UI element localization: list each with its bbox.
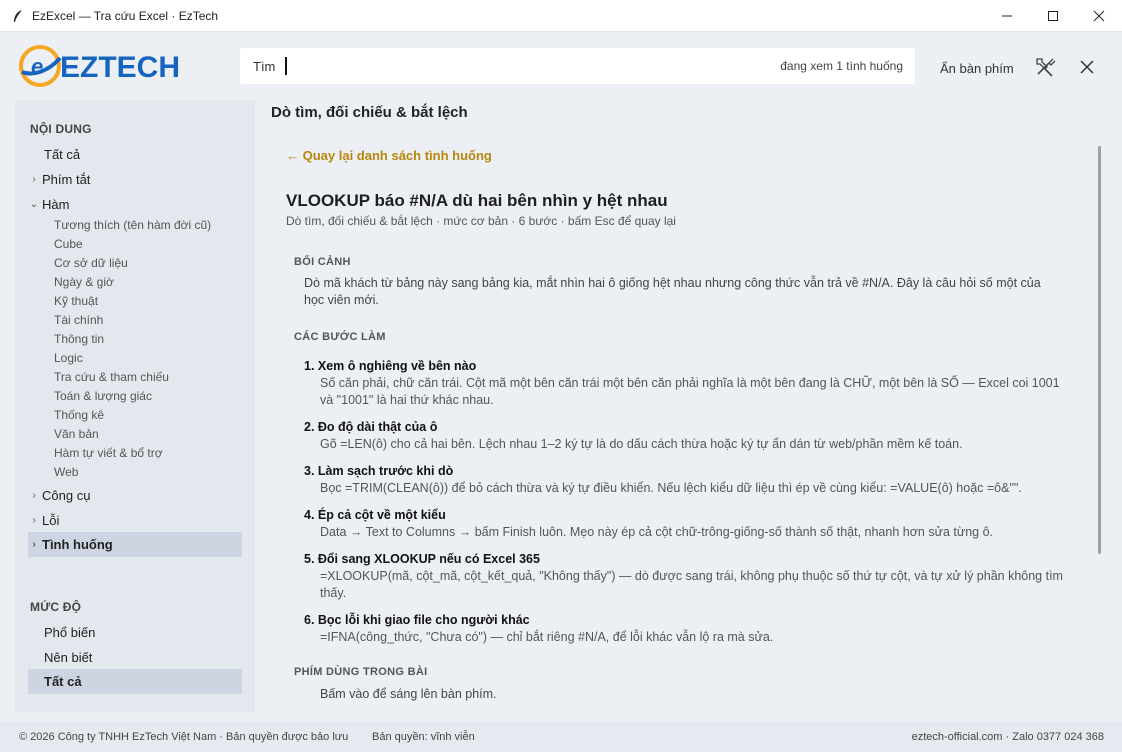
back-to-cases-link[interactable]: ← Quay lại danh sách tình huống [286,148,492,163]
maximize-button[interactable] [1030,0,1076,32]
hide-keyboard-button[interactable]: Ẩn bàn phím [940,61,1014,76]
level-item-common[interactable]: Phổ biến [28,620,242,645]
context-heading: BỐI CẢNH [294,256,351,268]
level-section-title: MỨC ĐỘ [30,600,82,614]
title-bar: EzExcel — Tra cứu Excel · EzTech [0,0,1122,32]
case-meta: Dò tìm, đối chiếu & bắt lệch · mức cơ bả… [286,214,676,228]
step-item: 4. Ép cả cột về một kiểu Data → Text to … [304,507,1074,541]
step-desc: Gõ =LEN(ô) cho cả hai bên. Lệch nhau 1–2… [320,437,963,451]
chevron-right-icon: › [32,515,36,526]
function-subitem[interactable]: Thông tin [54,330,104,349]
close-icon [1093,10,1105,22]
step-title: 3. Làm sạch trước khi dò [304,464,454,478]
step-desc: Bọc =TRIM(CLEAN(ô)) để bỏ cách thừa và k… [320,481,1022,495]
step-title: 4. Ép cả cột về một kiểu [304,508,446,522]
keys-hint: Bấm vào để sáng lên bàn phím. [320,687,497,701]
svg-text:EZTECH: EZTECH [60,51,180,84]
app-header: e EZTECH Tìm đang xem 1 tình huống Ẩn bà… [0,32,1122,100]
function-subitem[interactable]: Tương thích (tên hàm đời cũ) [54,216,211,235]
svg-text:e: e [31,54,43,79]
steps-heading: CÁC BƯỚC LÀM [294,331,386,343]
category-title: Dò tìm, đối chiếu & bắt lệch [271,104,468,121]
tools-button[interactable] [1033,56,1057,78]
close-panel-button[interactable] [1075,56,1099,78]
step-desc: =XLOOKUP(mã, cột_mã, cột_kết_quả, "Không… [320,569,1063,600]
case-title: VLOOKUP báo #N/A dù hai bên nhìn y hệt n… [286,191,668,210]
step-item: 5. Đổi sang XLOOKUP nếu có Excel 365 =XL… [304,551,1074,602]
search-input[interactable] [287,58,781,74]
sidebar-item-all[interactable]: Tất cả [28,142,242,167]
footer-contact: eztech-official.com · Zalo 0377 024 368 [911,731,1104,743]
feather-icon [10,8,26,24]
chevron-right-icon: › [32,539,36,550]
step-item: 6. Bọc lỗi khi giao file cho người khác … [304,612,1074,646]
step-desc: Data → Text to Columns → bấm Finish luôn… [320,525,994,539]
chevron-right-icon: › [32,490,36,501]
function-subitem[interactable]: Cube [54,235,83,254]
sidebar: NỘI DUNG Tất cả › Phím tắt ⌄ Hàm Tương t… [15,100,255,712]
function-subitem[interactable]: Văn bản [54,425,99,444]
function-subitem[interactable]: Ngày & giờ [54,273,114,292]
context-text: Dò mã khách từ bảng này sang bảng kia, m… [304,276,1041,307]
step-title: 5. Đổi sang XLOOKUP nếu có Excel 365 [304,552,540,566]
level-item-should-know[interactable]: Nên biết [28,645,242,670]
step-item: 3. Làm sạch trước khi dò Bọc =TRIM(CLEAN… [304,463,1074,497]
sidebar-item-errors[interactable]: › Lỗi [28,508,242,533]
function-subitem[interactable]: Toán & lượng giác [54,387,152,406]
search-label: Tìm [253,58,276,74]
minimize-button[interactable] [984,0,1030,32]
sidebar-item-tools[interactable]: › Công cụ [28,483,242,508]
sidebar-item-functions[interactable]: ⌄ Hàm [28,192,242,217]
step-desc: Số căn phải, chữ căn trái. Cột mã một bê… [320,376,1060,407]
footer-license: Bản quyền: vĩnh viễn [372,731,475,743]
search-status: đang xem 1 tình huống [780,59,903,73]
function-subitem[interactable]: Hàm tự viết & bổ trợ [54,444,163,463]
function-subitem[interactable]: Tra cứu & tham chiếu [54,368,169,387]
tools-icon [1036,58,1056,77]
sidebar-item-cases[interactable]: › Tình huống [28,532,242,557]
function-subitem[interactable]: Cơ sở dữ liệu [54,254,128,273]
search-box[interactable]: Tìm đang xem 1 tình huống [240,48,915,84]
step-item: 2. Đo độ dài thật của ô Gõ =LEN(ô) cho c… [304,419,1074,453]
minimize-icon [1002,15,1012,17]
function-subitem[interactable]: Thống kê [54,406,104,425]
step-desc: =IFNA(công_thức, "Chưa có") — chỉ bắt ri… [320,630,774,644]
case-detail-panel: ← Quay lại danh sách tình huống VLOOKUP … [270,128,1106,712]
function-subitem[interactable]: Web [54,463,78,482]
footer-copyright: © 2026 Công ty TNHH EzTech Việt Nam · Bả… [19,731,349,743]
level-item-all[interactable]: Tất cả [28,669,242,694]
step-title: 1. Xem ô nghiêng về bên nào [304,359,477,373]
maximize-icon [1048,11,1058,21]
footer: © 2026 Công ty TNHH EzTech Việt Nam · Bả… [0,722,1122,752]
window-title: EzExcel — Tra cứu Excel · EzTech [32,8,219,23]
chevron-down-icon: ⌄ [29,199,39,210]
close-icon [1080,60,1094,74]
keys-heading: PHÍM DÙNG TRONG BÀI [294,666,428,678]
function-subitem[interactable]: Logic [54,349,83,368]
step-title: 2. Đo độ dài thật của ô [304,420,438,434]
content-section-title: NỘI DUNG [30,122,92,136]
chevron-right-icon: › [32,174,36,185]
function-subitem[interactable]: Kỹ thuật [54,292,98,311]
function-subitem[interactable]: Tài chính [54,311,103,330]
step-title: 6. Bọc lỗi khi giao file cho người khác [304,613,530,627]
sidebar-item-shortcuts[interactable]: › Phím tắt [28,167,242,192]
eztech-logo: e EZTECH [18,42,214,90]
step-item: 1. Xem ô nghiêng về bên nào Số căn phải,… [304,358,1074,409]
window-close-button[interactable] [1076,0,1122,32]
content-scrollbar[interactable] [1098,146,1101,554]
